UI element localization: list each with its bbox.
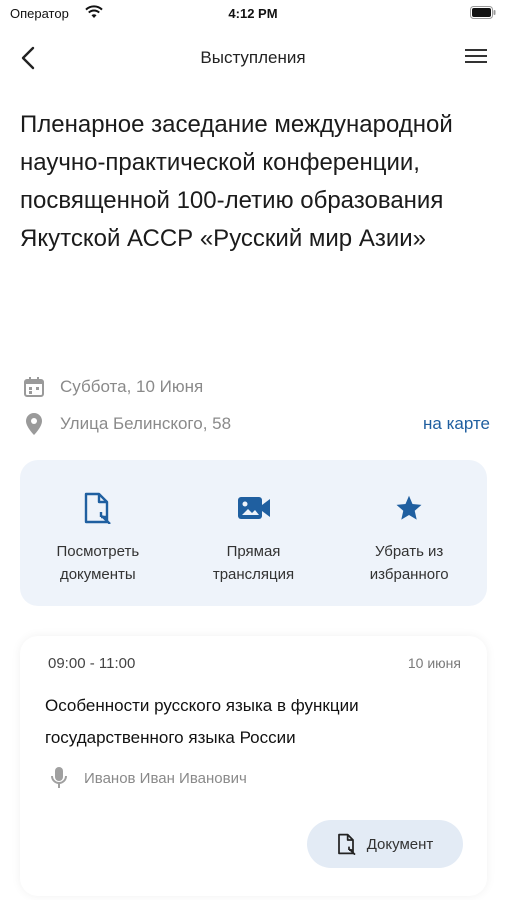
- event-date-row: Суббота, 10 Июня: [20, 373, 490, 401]
- map-link[interactable]: на карте: [423, 414, 490, 434]
- view-documents-button[interactable]: Посмотреть документы: [20, 460, 176, 606]
- remove-from-favorites-label: Убрать из избранного: [369, 543, 449, 583]
- event-address-row: Улица Белинского, 58 на карте: [20, 410, 490, 438]
- calendar-icon: [20, 375, 48, 399]
- location-pin-icon: [20, 412, 48, 436]
- talk-date: 10 июня: [407, 655, 461, 671]
- talk-time: 09:00 - 11:00: [48, 655, 136, 672]
- talk-title: Особенности русского языка в функции гос…: [45, 696, 359, 747]
- event-date: Суббота, 10 Июня: [60, 377, 204, 396]
- status-bar: Оператор 4:12 PM: [0, 0, 506, 28]
- talk-card[interactable]: 09:00 - 11:00 10 июня Особенности русско…: [20, 636, 487, 896]
- menu-button[interactable]: [464, 46, 490, 70]
- document-button[interactable]: Документ: [307, 820, 463, 868]
- speaker-name: Иванов Иван Иванович: [84, 769, 247, 787]
- navigation-bar: Выступления: [0, 36, 506, 80]
- remove-from-favorites-button[interactable]: Убрать из избранного: [331, 460, 487, 606]
- status-time: 4:12 PM: [228, 6, 278, 21]
- view-documents-label: Посмотреть документы: [56, 543, 140, 583]
- live-stream-button[interactable]: Прямая трансляция: [176, 460, 332, 606]
- microphone-icon: [50, 766, 68, 790]
- actions-card: Посмотреть документы Прямая трансляция У…: [20, 460, 487, 606]
- speaker-row: Иванов Иван Иванович: [50, 766, 247, 790]
- event-address: Улица Белинского, 58: [60, 414, 232, 433]
- video-camera-icon: [236, 490, 272, 526]
- star-icon: [391, 490, 427, 526]
- document-icon: [80, 490, 116, 526]
- page-title: Выступления: [200, 48, 306, 67]
- event-title: Пленарное заседание международной научно…: [20, 111, 453, 252]
- live-stream-label: Прямая трансляция: [212, 543, 295, 583]
- battery-icon: [470, 6, 496, 24]
- hamburger-icon: [465, 49, 487, 63]
- document-button-label: Документ: [366, 835, 434, 853]
- document-icon: [337, 833, 356, 855]
